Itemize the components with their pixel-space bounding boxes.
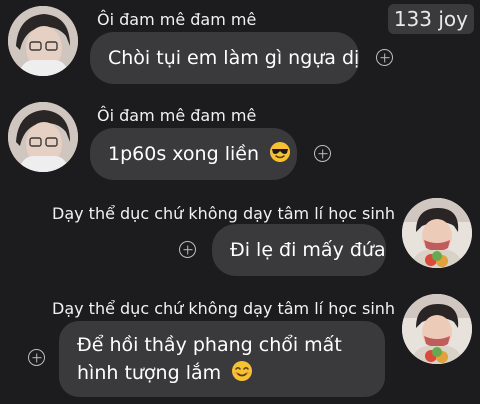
avatar-photo — [402, 294, 472, 364]
add-reaction-icon[interactable] — [314, 145, 331, 162]
avatar-photo — [8, 102, 78, 172]
avatar[interactable] — [402, 198, 472, 268]
add-reaction-icon[interactable] — [376, 49, 393, 66]
sunglasses-emoji-icon — [270, 142, 291, 162]
message-text: 1p60s xong liền — [108, 143, 259, 165]
avatar-photo — [8, 6, 78, 76]
message-bubble[interactable]: Để hồi thầy phang chổi mất hình tượng lắ… — [59, 321, 385, 397]
message-bubble[interactable]: Chòi tụi em làm gì ngựa dị — [90, 32, 359, 84]
add-reaction-icon[interactable] — [179, 241, 196, 258]
sender-name: Dạy thể dục chứ không dạy tâm lí học sin… — [52, 204, 396, 223]
message-bubble[interactable]: Đi lẹ đi mấy đứa — [212, 224, 386, 276]
message-bubble[interactable]: 1p60s xong liền — [90, 128, 297, 180]
avatar[interactable] — [402, 294, 472, 364]
chat-screen: 133 joy Ôi đam mê đam mê Chòi tụi em làm… — [0, 0, 480, 404]
sender-name: Ôi đam mê đam mê — [97, 10, 257, 29]
message-text: Đi lẹ đi mấy đứa — [230, 239, 386, 261]
sender-name: Dạy thể dục chứ không dạy tâm lí học sin… — [52, 299, 396, 318]
smiling-emoji-icon — [232, 361, 253, 381]
reaction-counter: 133 joy — [387, 4, 474, 34]
avatar[interactable] — [8, 102, 78, 172]
add-reaction-icon[interactable] — [28, 349, 45, 366]
message-text: Để hồi thầy phang chổi mất hình tượng lắ… — [77, 334, 342, 384]
avatar-photo — [402, 198, 472, 268]
avatar[interactable] — [8, 6, 78, 76]
sender-name: Ôi đam mê đam mê — [97, 106, 257, 125]
message-text: Chòi tụi em làm gì ngựa dị — [108, 47, 360, 69]
